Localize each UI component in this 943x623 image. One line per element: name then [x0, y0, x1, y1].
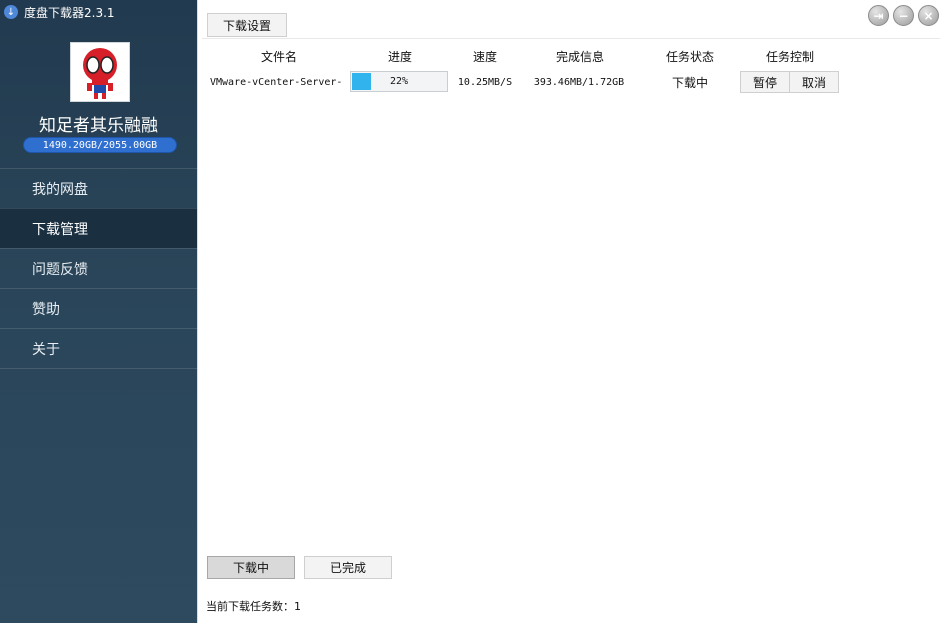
status-line: 当前下载任务数：1: [206, 600, 301, 613]
app-title: 度盘下载器2.3.1: [24, 5, 115, 20]
header-progress: 进度: [387, 49, 412, 64]
sidebar-item-sponsor[interactable]: 赞助: [0, 288, 197, 328]
download-settings-button[interactable]: 下载设置: [207, 13, 287, 37]
header-status: 任务状态: [665, 49, 714, 64]
app-title-bar: ↓ 度盘下载器2.3.1: [4, 3, 115, 21]
table-header: 文件名 进度 速度 完成信息 任务状态 任务控制: [198, 47, 943, 65]
download-arrow-icon: ↓: [4, 5, 18, 19]
row-speed: 10.25MB/S: [457, 76, 513, 88]
row-progress-bar: 22%: [350, 71, 448, 92]
pause-button[interactable]: 暂停: [740, 71, 790, 93]
table-row: VMware-vCenter-Server- 22% 10.25MB/S 393…: [198, 70, 943, 94]
minimize-icon[interactable]: −: [893, 5, 914, 26]
username: 知足者其乐融融: [39, 116, 158, 136]
window-controls: ⇥ − ×: [868, 5, 939, 26]
sidebar-item-label: 我的网盘: [32, 181, 88, 198]
sidebar: ↓ 度盘下载器2.3.1 知足者其乐融融 1490.20GB/2055.00GB…: [0, 0, 197, 623]
header-filename: 文件名: [260, 49, 297, 64]
sidebar-item-download-manager[interactable]: 下载管理: [0, 208, 197, 248]
sidebar-item-label: 下载管理: [32, 221, 88, 238]
row-status: 下载中: [671, 75, 708, 90]
row-progress-text: 22%: [389, 76, 409, 87]
header-control: 任务控制: [765, 49, 814, 64]
tab-completed[interactable]: 已完成: [304, 556, 392, 579]
logout-icon[interactable]: ⇥: [868, 5, 889, 26]
sidebar-item-label: 赞助: [32, 301, 60, 318]
row-done-info: 393.46MB/1.72GB: [533, 76, 625, 88]
top-divider: [202, 38, 940, 39]
header-done-info: 完成信息: [555, 49, 604, 64]
quota-badge: 1490.20GB/2055.00GB: [23, 137, 177, 153]
cancel-button[interactable]: 取消: [789, 71, 839, 93]
sidebar-item-about[interactable]: 关于: [0, 328, 197, 369]
sidebar-item-feedback[interactable]: 问题反馈: [0, 248, 197, 288]
sidebar-nav: 我的网盘 下载管理 问题反馈 赞助 关于: [0, 168, 197, 369]
close-icon[interactable]: ×: [918, 5, 939, 26]
tab-downloading[interactable]: 下载中: [207, 556, 295, 579]
main-panel: 下载设置 ⇥ − × 文件名 进度 速度 完成信息 任务状态 任务控制 VMwa…: [197, 0, 943, 623]
header-speed: 速度: [472, 49, 497, 64]
sidebar-item-label: 关于: [32, 341, 60, 358]
spiderman-avatar-icon: [71, 43, 129, 101]
sidebar-item-my-disk[interactable]: 我的网盘: [0, 168, 197, 208]
row-filename: VMware-vCenter-Server-: [210, 76, 343, 88]
sidebar-item-label: 问题反馈: [32, 261, 88, 278]
avatar: [70, 42, 130, 102]
